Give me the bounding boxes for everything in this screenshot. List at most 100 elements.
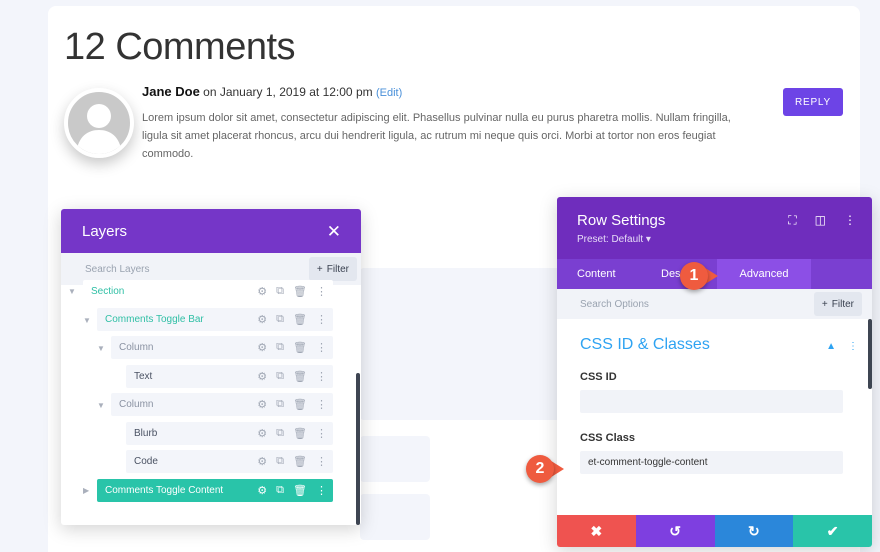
edit-link[interactable]: (Edit) (376, 87, 402, 99)
layer-row-column[interactable]: Column ⚙ ⧉ 🗑 ⋮ (111, 336, 333, 359)
avatar (64, 88, 134, 158)
more-icon[interactable]: ⋮ (316, 341, 327, 354)
layer-row-comments-toggle-content[interactable]: Comments Toggle Content ⚙ ⧉ 🗑 ⋮ (97, 479, 333, 502)
options-filter-label: Filter (831, 298, 854, 310)
layers-filter-button[interactable]: + Filter (308, 257, 357, 281)
layers-filter-label: Filter (326, 263, 349, 275)
checkmark-icon: ✔ (826, 522, 839, 539)
section-title[interactable]: CSS ID & Classes (580, 336, 710, 354)
split-view-icon[interactable]: ◫ (815, 213, 826, 228)
duplicate-icon[interactable]: ⧉ (276, 370, 284, 383)
layer-row-blurb[interactable]: Blurb ⚙ ⧉ 🗑 ⋮ (126, 422, 333, 445)
row-settings-footer: ✖ ↺ ↻ ✔ (557, 515, 872, 547)
layer-label: Comments Toggle Content (105, 485, 224, 496)
collapse-caret-icon[interactable]: ▼ (97, 344, 105, 353)
gear-icon[interactable]: ⚙ (257, 398, 267, 411)
row-settings-title: Row Settings (577, 212, 666, 229)
tab-design-label: Des (661, 268, 681, 280)
tab-content-label: Content (577, 268, 616, 280)
gear-icon[interactable]: ⚙ (257, 455, 267, 468)
layer-row-section[interactable]: Section ⚙ ⧉ 🗑 ⋮ (83, 280, 333, 303)
more-icon[interactable]: ⋮ (316, 313, 327, 326)
reply-button[interactable]: REPLY (783, 88, 843, 116)
css-id-field[interactable] (580, 390, 843, 413)
more-icon[interactable]: ⋮ (316, 398, 327, 411)
fullscreen-icon[interactable]: ⛶ (788, 213, 796, 228)
comment-meta: Jane Doe on January 1, 2019 at 12:00 pm … (142, 84, 402, 99)
layer-label: Column (119, 399, 154, 410)
duplicate-icon[interactable]: ⧉ (276, 484, 284, 497)
save-button[interactable]: ✔ (793, 515, 872, 547)
layer-row-text[interactable]: Text ⚙ ⧉ 🗑 ⋮ (126, 365, 333, 388)
cancel-button[interactable]: ✖ (557, 515, 636, 547)
comment-author[interactable]: Jane Doe (142, 84, 200, 99)
plus-icon: + (316, 263, 323, 275)
callout-one: 1 (680, 262, 708, 290)
trash-icon[interactable]: 🗑 (293, 427, 307, 440)
trash-icon[interactable]: 🗑 (293, 398, 307, 411)
layer-row-code[interactable]: Code ⚙ ⧉ 🗑 ⋮ (126, 450, 333, 473)
css-id-label: CSS ID (580, 371, 617, 383)
css-class-label: CSS Class (580, 432, 636, 444)
options-search-input[interactable]: Search Options + Filter (557, 289, 872, 319)
duplicate-icon[interactable]: ⧉ (276, 341, 284, 354)
gear-icon[interactable]: ⚙ (257, 313, 267, 326)
layers-title: Layers (82, 222, 128, 240)
gear-icon[interactable]: ⚙ (257, 427, 267, 440)
more-icon[interactable]: ⋮ (316, 370, 327, 383)
duplicate-icon[interactable]: ⧉ (276, 313, 284, 326)
preset-dropdown[interactable]: Preset: Default ▾ (577, 234, 651, 245)
trash-icon[interactable]: 🗑 (293, 370, 307, 383)
expand-caret-icon[interactable]: ▶ (83, 486, 89, 495)
placeholder-block (360, 494, 430, 540)
callout-two: 2 (526, 455, 554, 483)
tab-advanced[interactable]: Advanced (717, 259, 811, 289)
more-icon[interactable]: ⋮ (316, 427, 327, 440)
redo-button[interactable]: ↻ (714, 515, 794, 547)
chevron-up-icon[interactable]: ▲ (826, 341, 836, 352)
comment-date: on January 1, 2019 at 12:00 pm (203, 85, 373, 99)
more-icon[interactable]: ⋮ (848, 341, 858, 352)
close-icon[interactable]: ✕ (327, 222, 341, 242)
tab-advanced-label: Advanced (739, 268, 789, 280)
trash-icon[interactable]: 🗑 (293, 341, 307, 354)
trash-icon[interactable]: 🗑 (293, 285, 307, 298)
collapse-caret-icon[interactable]: ▼ (97, 401, 105, 410)
layer-label: Section (91, 286, 125, 297)
css-class-field[interactable]: et-comment-toggle-content (580, 451, 843, 474)
options-search-placeholder: Search Options (580, 298, 649, 310)
trash-icon[interactable]: 🗑 (293, 484, 307, 497)
gear-icon[interactable]: ⚙ (257, 341, 267, 354)
gear-icon[interactable]: ⚙ (257, 285, 267, 298)
options-filter-button[interactable]: + Filter (813, 292, 862, 316)
more-icon[interactable]: ⋮ (316, 285, 327, 298)
undo-icon: ↺ (669, 522, 681, 539)
layer-row-column[interactable]: Column ⚙ ⧉ 🗑 ⋮ (111, 393, 333, 416)
tab-content[interactable]: Content (577, 259, 616, 289)
duplicate-icon[interactable]: ⧉ (276, 455, 284, 468)
more-icon[interactable]: ⋮ (316, 484, 327, 497)
gear-icon[interactable]: ⚙ (257, 370, 267, 383)
trash-icon[interactable]: 🗑 (293, 455, 307, 468)
row-settings-panel: Row Settings Preset: Default ▾ ⛶ ◫ ⋮ Con… (557, 197, 872, 547)
layer-label: Comments Toggle Bar (105, 314, 204, 325)
duplicate-icon[interactable]: ⧉ (276, 427, 284, 440)
duplicate-icon[interactable]: ⧉ (276, 285, 284, 298)
more-icon[interactable]: ⋮ (316, 455, 327, 468)
gear-icon[interactable]: ⚙ (257, 484, 267, 497)
more-icon[interactable]: ⋮ (844, 213, 856, 228)
layers-header: Layers (61, 209, 361, 253)
collapse-caret-icon[interactable]: ▼ (83, 316, 91, 325)
layer-row-comments-toggle-bar[interactable]: Comments Toggle Bar ⚙ ⧉ 🗑 ⋮ (97, 308, 333, 331)
collapse-caret-icon[interactable]: ▼ (68, 287, 76, 296)
duplicate-icon[interactable]: ⧉ (276, 398, 284, 411)
row-settings-scrollbar[interactable] (868, 319, 872, 389)
layers-scrollbar[interactable] (356, 373, 360, 525)
undo-button[interactable]: ↺ (635, 515, 715, 547)
layer-label: Blurb (134, 428, 158, 439)
row-settings-header: Row Settings Preset: Default ▾ ⛶ ◫ ⋮ (557, 197, 872, 259)
placeholder-block (360, 268, 560, 420)
layer-label: Code (134, 456, 158, 467)
tab-design[interactable]: Des (661, 259, 681, 289)
trash-icon[interactable]: 🗑 (293, 313, 307, 326)
